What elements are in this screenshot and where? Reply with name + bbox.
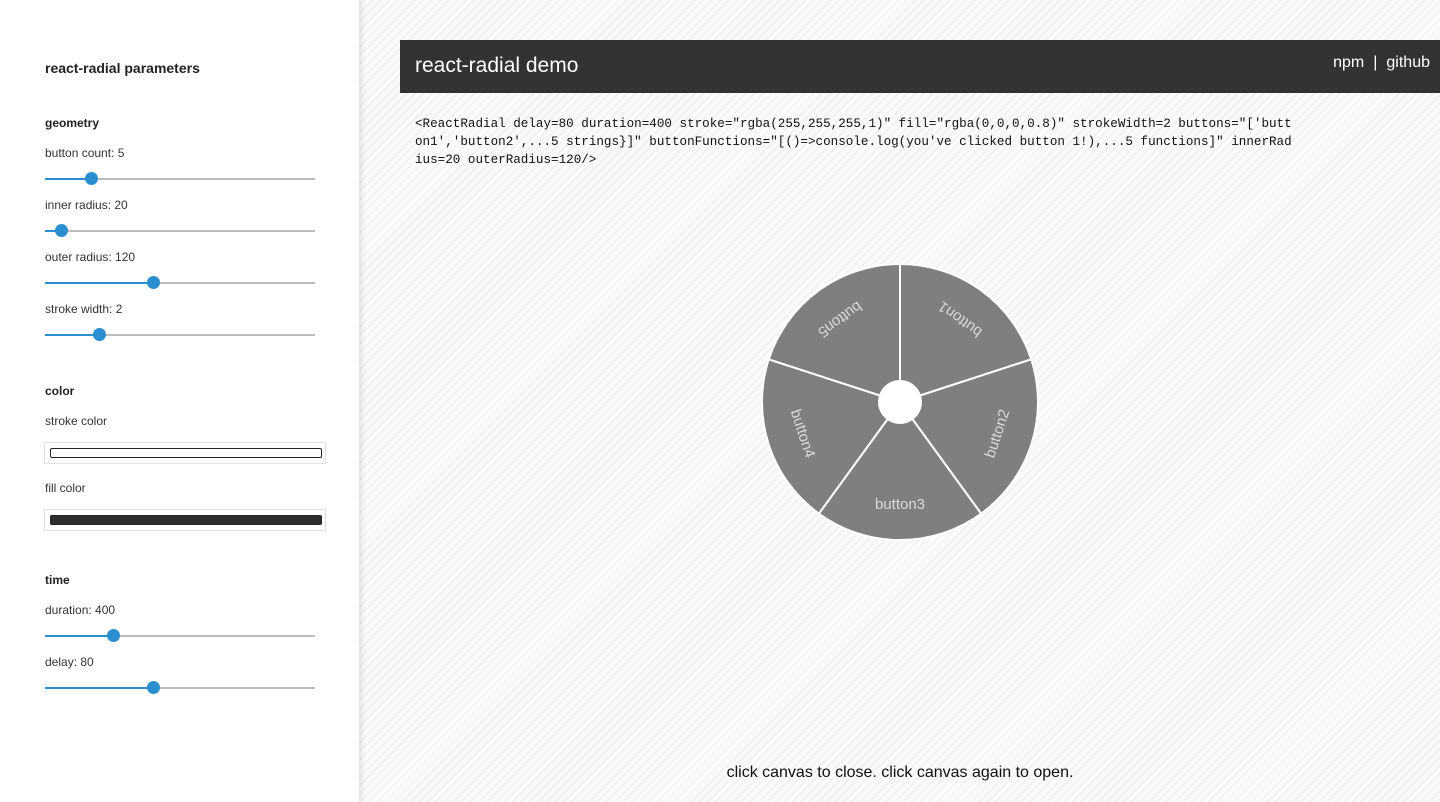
- slider-thumb[interactable]: [84, 172, 98, 185]
- slider-thumb[interactable]: [106, 629, 120, 642]
- delay-slider[interactable]: [45, 681, 315, 695]
- stroke-color-swatch: [50, 448, 322, 458]
- stroke-color-label: stroke color: [45, 414, 108, 428]
- slider-thumb[interactable]: [55, 224, 69, 237]
- npm-link[interactable]: npm: [1333, 54, 1364, 71]
- link-separator: |: [1373, 54, 1378, 71]
- outer-radius-slider[interactable]: [45, 276, 315, 290]
- slider-fill: [45, 334, 99, 336]
- demo-header: react-radial demo npm | github: [400, 40, 1440, 93]
- slider-thumb[interactable]: [147, 276, 160, 289]
- radial-menu-canvas[interactable]: button1button2button3button4button5: [750, 252, 1050, 552]
- time-heading: time: [45, 573, 70, 587]
- component-code: <ReactRadial delay=80 duration=400 strok…: [415, 117, 1292, 167]
- button-count-slider[interactable]: [45, 172, 315, 186]
- parameters-sidebar: react-radial parameters geometry button …: [0, 0, 359, 802]
- fill-color-picker[interactable]: [44, 509, 326, 531]
- stroke-width-label: stroke width: 2: [45, 302, 123, 316]
- canvas-hint: click canvas to close. click canvas agai…: [726, 764, 1074, 781]
- stroke-width-slider[interactable]: [45, 328, 315, 342]
- fill-color-swatch: [50, 515, 322, 525]
- header-links: npm | github: [1333, 54, 1430, 72]
- stroke-color-picker[interactable]: [44, 442, 326, 464]
- duration-slider[interactable]: [45, 629, 315, 643]
- inner-radius-slider[interactable]: [45, 224, 315, 238]
- outer-radius-label: outer radius: 120: [45, 250, 136, 264]
- slider-thumb[interactable]: [147, 681, 160, 694]
- sidebar-title: react-radial parameters: [45, 60, 200, 76]
- fill-color-label: fill color: [45, 481, 86, 495]
- duration-label: duration: 400: [45, 603, 116, 617]
- slider-fill: [45, 635, 113, 637]
- inner-radius-label: inner radius: 20: [45, 198, 128, 212]
- radial-center-hole: [880, 382, 920, 422]
- github-link[interactable]: github: [1386, 54, 1430, 71]
- delay-label: delay: 80: [45, 655, 94, 669]
- page-title: react-radial demo: [415, 54, 579, 77]
- slider-thumb[interactable]: [93, 328, 106, 341]
- slider-track: [45, 230, 315, 232]
- button-count-label: button count: 5: [45, 146, 125, 160]
- geometry-heading: geometry: [45, 116, 100, 130]
- slider-fill: [45, 687, 153, 689]
- color-heading: color: [45, 384, 75, 398]
- radial-button-label: button3: [875, 496, 925, 513]
- slider-fill: [45, 282, 153, 284]
